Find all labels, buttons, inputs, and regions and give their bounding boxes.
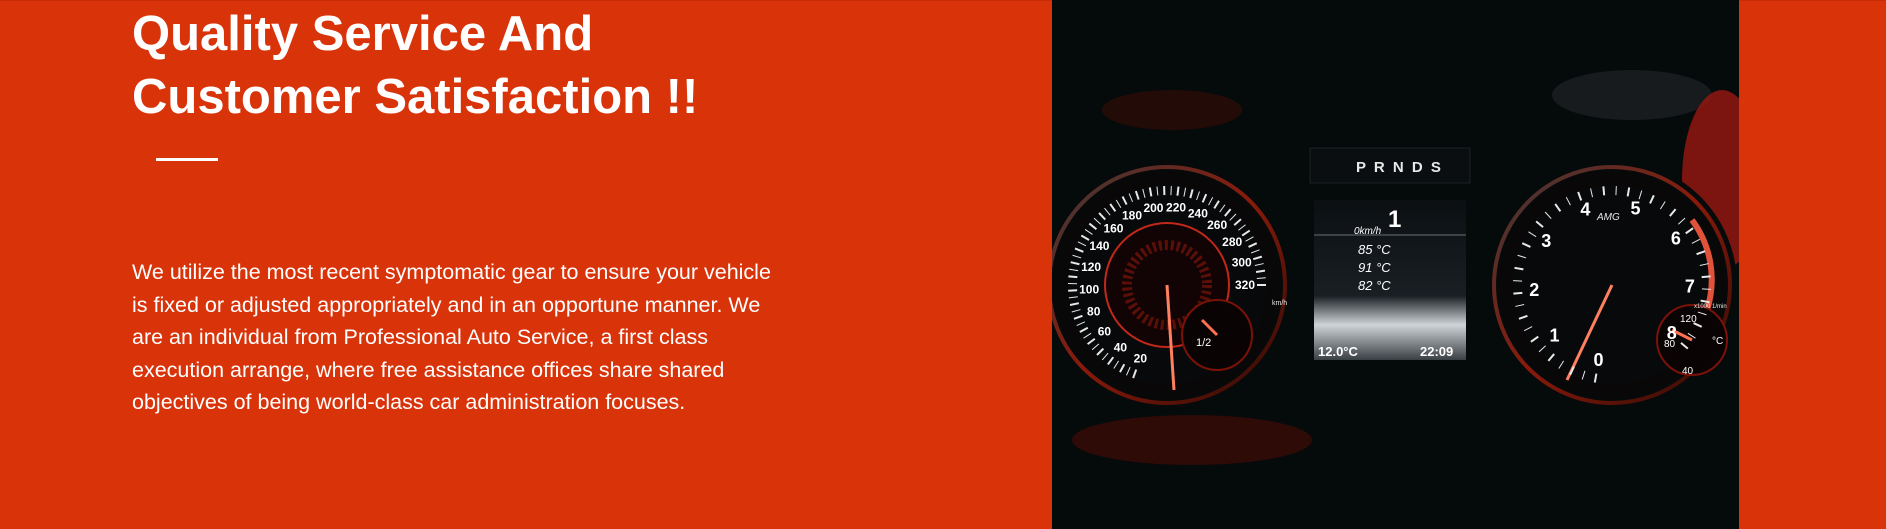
gauge-tick	[1513, 291, 1523, 295]
speed-value: 1	[1388, 206, 1401, 233]
gauge-label: 3	[1541, 231, 1551, 251]
gauge-tick	[1176, 186, 1180, 196]
gauge-tick	[1602, 186, 1606, 196]
tachometer-gauge	[1487, 160, 1737, 410]
gauge-tick	[1068, 289, 1078, 292]
gauge-tick	[1068, 275, 1078, 279]
gauge-label: 100	[1079, 283, 1099, 297]
gauge-label: 220	[1166, 201, 1186, 215]
hero-description: We utilize the most recent symptomatic g…	[132, 260, 771, 414]
dashboard-clock: 22:09	[1420, 344, 1453, 359]
title-line-2-text: Customer Satisfaction !!	[132, 70, 699, 124]
temp-readout-1: 85 °C	[1358, 242, 1391, 257]
speed-unit: 0km/h	[1354, 226, 1382, 237]
gauge-label: 40	[1114, 341, 1128, 355]
speed-unit-small: km/h	[1272, 300, 1287, 307]
gauge-label: 6	[1671, 228, 1681, 248]
gauge-label: 4	[1580, 200, 1590, 220]
gauge-label: 180	[1122, 208, 1142, 222]
gauge-label: 320	[1235, 278, 1255, 292]
amg-logo: AMG	[1596, 212, 1620, 223]
gauge-label: 300	[1232, 256, 1252, 270]
gauge-label: 0	[1593, 350, 1603, 370]
gauge-tick	[1255, 269, 1266, 273]
gauge-label: 7	[1685, 276, 1695, 296]
gauge-label: 5	[1630, 199, 1640, 219]
gauge-label: 60	[1098, 325, 1112, 339]
gauge-label: 160	[1103, 221, 1123, 235]
oil-gauge-celsius: °C	[1712, 336, 1723, 347]
gauge-label: 260	[1207, 218, 1227, 232]
hero-text-section: Quality Service And Customer Satisfactio…	[132, 0, 772, 419]
gauge-label: 200	[1143, 201, 1163, 215]
page-title: Quality Service And Customer Satisfactio…	[132, 0, 772, 192]
fuel-half-label: 1/2	[1196, 337, 1211, 349]
gauge-tick	[1256, 277, 1266, 279]
gauge-label: 140	[1089, 239, 1109, 253]
gear-indicator: P R N D S	[1356, 159, 1443, 176]
title-line-1: Quality Service And	[132, 7, 594, 61]
dashboard-illustration: P R N D S 1 0km/h 85 °C 91 °C 82 °C 12.0…	[1052, 0, 1739, 529]
temp-readout-2: 91 °C	[1358, 260, 1391, 275]
gauge-label: 280	[1222, 235, 1242, 249]
gauge-tick	[1701, 275, 1711, 279]
temp-readout-3: 82 °C	[1358, 278, 1391, 293]
gauge-label: 1	[1549, 326, 1559, 346]
outside-temperature: 12.0°C	[1318, 344, 1359, 359]
gauge-label: 8	[1667, 323, 1677, 343]
oil-gauge-40: 40	[1682, 366, 1694, 377]
gauge-label: 240	[1188, 206, 1208, 220]
gauge-label: 2	[1529, 280, 1539, 300]
gauge-label: 20	[1134, 351, 1148, 365]
gauge-label: 80	[1087, 305, 1101, 319]
gauge-label: 120	[1081, 260, 1101, 274]
rpm-unit: x1000 1/min	[1694, 304, 1727, 310]
title-underline-dash	[156, 157, 218, 161]
dashboard-image: P R N D S 1 0km/h 85 °C 91 °C 82 °C 12.0…	[1052, 0, 1739, 529]
title-line-2: Customer Satisfaction !!	[132, 66, 772, 192]
